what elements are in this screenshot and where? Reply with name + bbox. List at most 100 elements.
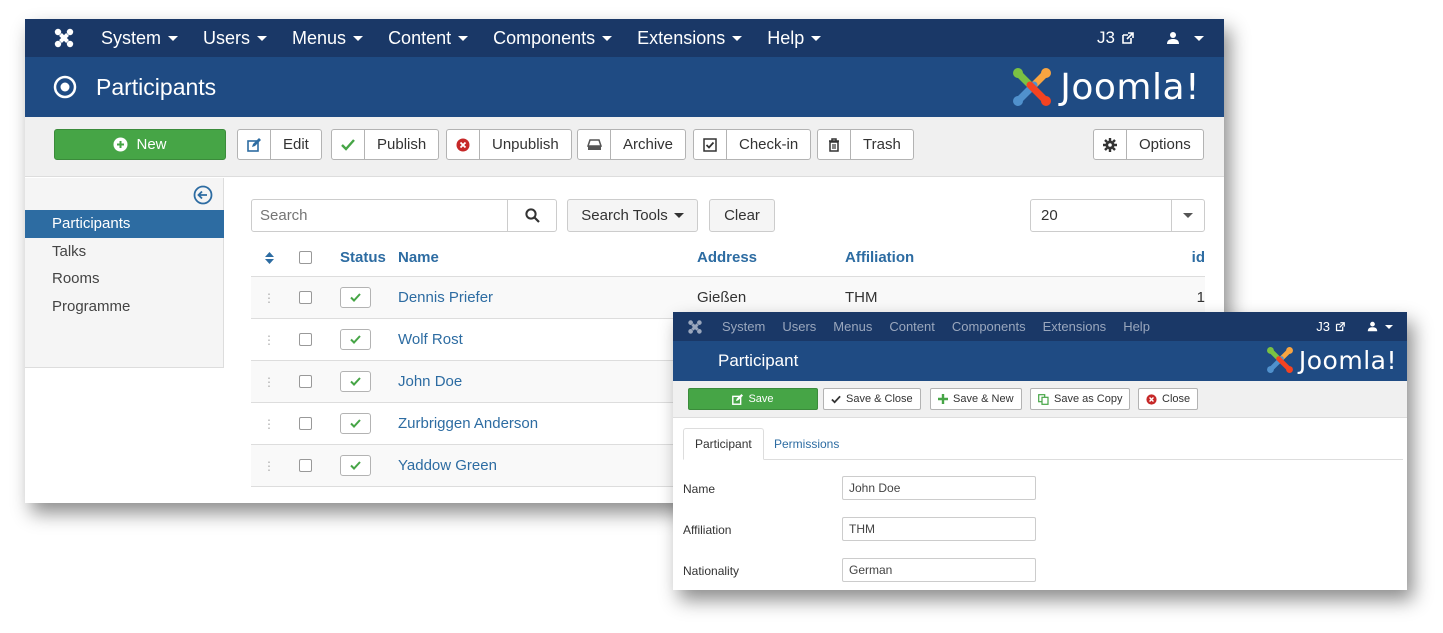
caret-down-icon bbox=[602, 35, 613, 41]
search-button[interactable] bbox=[507, 199, 557, 232]
drag-handle-icon[interactable]: ⋮ bbox=[263, 277, 275, 318]
collapse-sidebar-icon[interactable] bbox=[193, 185, 213, 205]
nationality-input[interactable]: German bbox=[842, 558, 1036, 582]
save-copy-button[interactable]: Save as Copy bbox=[1030, 388, 1131, 410]
edit-icon bbox=[732, 393, 744, 405]
check-icon bbox=[340, 371, 371, 392]
participant-edit-window: System Users Menus Content Components Ex… bbox=[673, 312, 1407, 590]
user-menu[interactable] bbox=[1166, 31, 1204, 45]
row-checkbox[interactable] bbox=[299, 277, 312, 318]
menu-menus[interactable]: Menus bbox=[292, 28, 364, 49]
column-header-address[interactable]: Address bbox=[697, 239, 757, 276]
caret-down-icon bbox=[168, 35, 179, 41]
menu-extensions-disabled: Extensions bbox=[1042, 319, 1107, 334]
button-label: Save bbox=[748, 393, 774, 405]
sidebar-item-rooms[interactable]: Rooms bbox=[25, 265, 224, 293]
menu-extensions[interactable]: Extensions bbox=[637, 27, 743, 49]
admin-menu-bar: System Users Menus Content Components Ex… bbox=[25, 19, 1224, 57]
status-toggle[interactable] bbox=[340, 403, 371, 444]
list-limit-select[interactable]: 20 bbox=[1030, 199, 1205, 232]
drag-handle-icon[interactable]: ⋮ bbox=[263, 445, 275, 486]
caret-down-icon bbox=[673, 213, 684, 218]
row-checkbox[interactable] bbox=[299, 361, 312, 402]
joomla-logo-text: Joomla! bbox=[1298, 345, 1397, 375]
row-checkbox[interactable] bbox=[299, 403, 312, 444]
tab-participant[interactable]: Participant bbox=[683, 428, 764, 460]
user-icon bbox=[1367, 321, 1378, 332]
row-checkbox[interactable] bbox=[299, 319, 312, 360]
status-toggle[interactable] bbox=[340, 445, 371, 486]
menu-components[interactable]: Components bbox=[493, 28, 613, 49]
affiliation-input[interactable]: THM bbox=[842, 517, 1036, 541]
joomla-menu-icon[interactable] bbox=[52, 26, 76, 50]
options-button[interactable]: Options bbox=[1093, 129, 1204, 160]
participant-name-link[interactable]: Yaddow Green bbox=[398, 445, 497, 486]
menu-components-disabled: Components bbox=[951, 319, 1026, 334]
drag-handle-icon[interactable]: ⋮ bbox=[263, 319, 275, 360]
sidebar-item-participants[interactable]: Participants bbox=[25, 210, 224, 238]
archive-icon bbox=[578, 130, 611, 159]
field-label: Affiliation bbox=[683, 523, 732, 537]
menu-users[interactable]: Users bbox=[203, 27, 268, 49]
unpublish-button[interactable]: Unpublish bbox=[446, 129, 572, 160]
sidebar-item-talks[interactable]: Talks bbox=[25, 238, 224, 266]
save-button[interactable]: Save bbox=[688, 388, 818, 410]
column-header-name[interactable]: Name bbox=[398, 239, 439, 276]
page-title: Participants bbox=[96, 73, 217, 100]
menu-label: Content bbox=[388, 27, 452, 48]
archive-button[interactable]: Archive bbox=[577, 129, 687, 160]
table-header-row: Status Name Address Affiliation id bbox=[251, 239, 1205, 277]
check-icon bbox=[340, 287, 371, 308]
new-button[interactable]: New bbox=[54, 129, 226, 160]
row-checkbox[interactable] bbox=[299, 445, 312, 486]
menu-label: Users bbox=[203, 27, 251, 48]
status-toggle[interactable] bbox=[340, 319, 371, 360]
trash-button[interactable]: Trash bbox=[817, 129, 914, 160]
nationality-field: Nationality German bbox=[683, 558, 1043, 584]
clear-button[interactable]: Clear bbox=[709, 199, 775, 232]
edit-button[interactable]: Edit bbox=[237, 129, 322, 160]
search-input[interactable] bbox=[251, 199, 508, 232]
drag-handle-icon[interactable]: ⋮ bbox=[263, 361, 275, 402]
menu-system[interactable]: System bbox=[101, 28, 179, 49]
column-header-id[interactable]: id bbox=[1165, 239, 1205, 276]
save-close-button[interactable]: Save & Close bbox=[823, 388, 921, 410]
checkin-button[interactable]: Check-in bbox=[693, 129, 812, 160]
save-new-button[interactable]: Save & New bbox=[930, 388, 1022, 410]
submenu-sidebar: Participants Talks Rooms Programme bbox=[25, 178, 224, 368]
button-label: Close bbox=[1162, 393, 1191, 405]
menu-help[interactable]: Help bbox=[767, 28, 822, 49]
filter-bar: Search Tools Clear 20 bbox=[251, 199, 1205, 233]
status-toggle[interactable] bbox=[340, 361, 371, 402]
menu-label: Extensions bbox=[637, 27, 726, 48]
sort-ordering-icon[interactable] bbox=[263, 239, 275, 276]
close-button[interactable]: Close bbox=[1138, 388, 1199, 410]
sidebar-item-programme[interactable]: Programme bbox=[25, 293, 224, 321]
participant-name-link[interactable]: Dennis Priefer bbox=[398, 277, 493, 318]
participant-name-link[interactable]: John Doe bbox=[398, 361, 462, 402]
column-header-affiliation[interactable]: Affiliation bbox=[845, 239, 914, 276]
button-label: Save as Copy bbox=[1054, 393, 1123, 405]
page-title: Participant bbox=[718, 351, 799, 370]
select-all-checkbox[interactable] bbox=[299, 239, 312, 276]
site-link[interactable]: J3 bbox=[1316, 319, 1345, 334]
joomla-logo-icon bbox=[1266, 347, 1293, 373]
participant-name-link[interactable]: Wolf Rost bbox=[398, 319, 463, 360]
check-icon bbox=[340, 329, 371, 350]
participant-name-link[interactable]: Zurbriggen Anderson bbox=[398, 403, 538, 444]
status-toggle[interactable] bbox=[340, 277, 371, 318]
search-tools-button[interactable]: Search Tools bbox=[567, 199, 698, 232]
dropdown-arrow-icon bbox=[1171, 200, 1204, 231]
check-icon bbox=[332, 130, 365, 159]
user-menu[interactable] bbox=[1367, 321, 1393, 332]
external-link-icon bbox=[1335, 321, 1345, 331]
button-label: Trash bbox=[863, 136, 901, 153]
publish-button[interactable]: Publish bbox=[331, 129, 440, 160]
site-link[interactable]: J3 bbox=[1097, 28, 1134, 48]
column-header-status[interactable]: Status bbox=[340, 239, 386, 276]
user-icon bbox=[1167, 32, 1179, 44]
tab-permissions[interactable]: Permissions bbox=[763, 428, 850, 460]
drag-handle-icon[interactable]: ⋮ bbox=[263, 403, 275, 444]
menu-content[interactable]: Content bbox=[388, 27, 469, 49]
name-input[interactable]: John Doe bbox=[842, 476, 1036, 500]
